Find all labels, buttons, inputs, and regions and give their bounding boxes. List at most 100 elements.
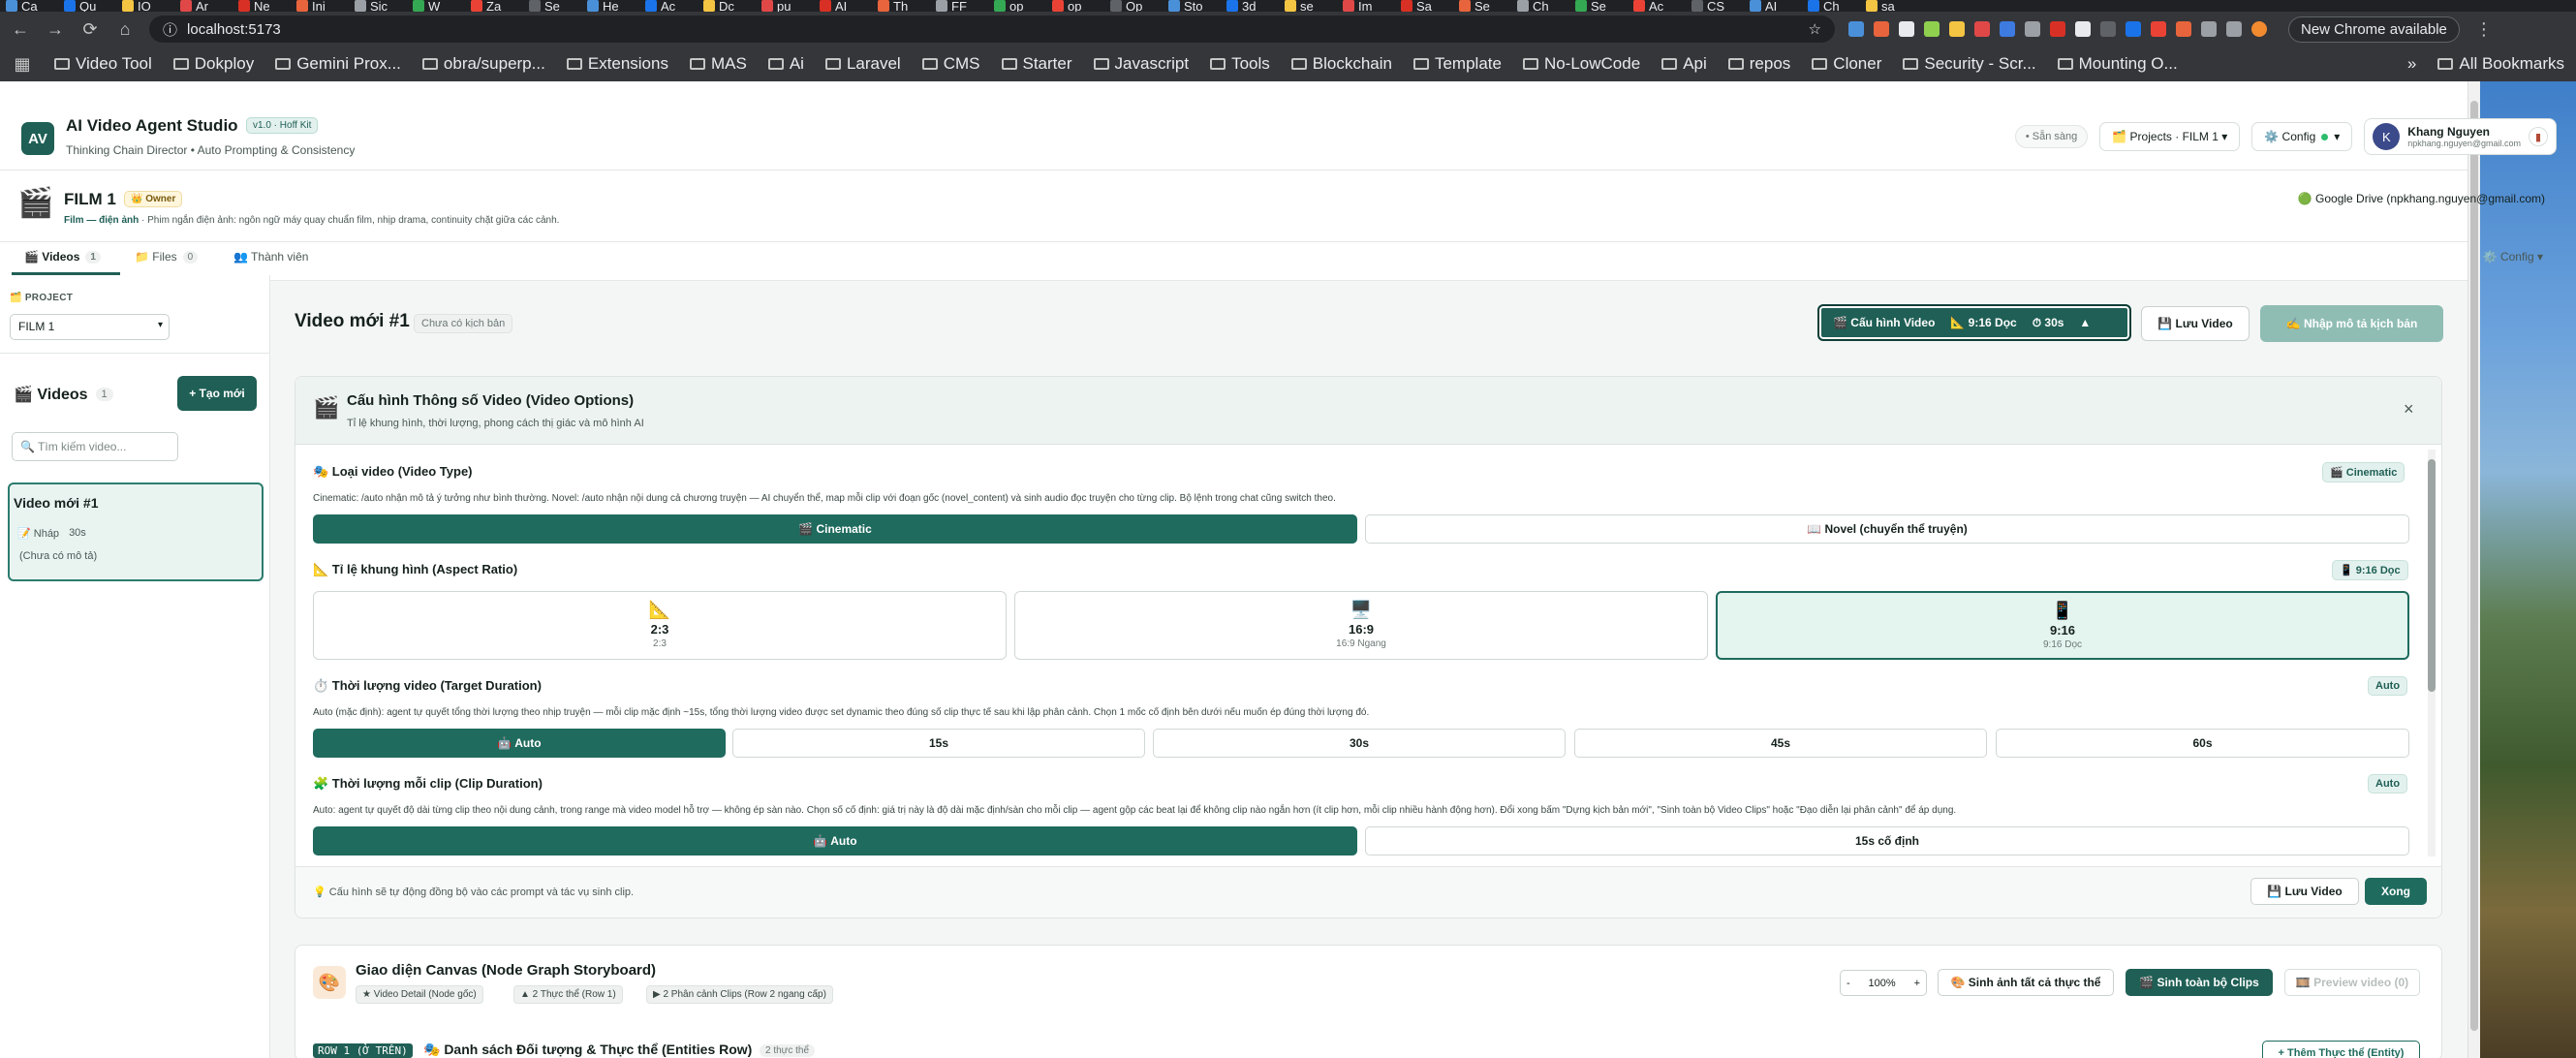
browser-tab[interactable]: CS bbox=[1686, 0, 1744, 12]
bookmark-item[interactable]: MAS bbox=[689, 54, 747, 74]
import-script-button[interactable]: ✍️ Nhập mô tả kịch bản bbox=[2260, 305, 2443, 342]
aspect-option-2-3[interactable]: 📐 2:3 2:3 bbox=[313, 591, 1007, 660]
bookmark-item[interactable]: CMS bbox=[921, 54, 980, 74]
browser-tab[interactable]: Sto bbox=[1163, 0, 1221, 12]
extension-icon[interactable] bbox=[2100, 21, 2116, 37]
browser-tab[interactable]: Se bbox=[523, 0, 581, 12]
apps-grid-icon[interactable]: ▦ bbox=[12, 54, 33, 75]
bookmark-item[interactable]: Cloner bbox=[1812, 54, 1881, 74]
browser-tab[interactable]: pu bbox=[756, 0, 814, 12]
target-duration-45s[interactable]: 45s bbox=[1574, 729, 1987, 758]
browser-tab[interactable]: Ac bbox=[639, 0, 698, 12]
sidepanel-icon[interactable] bbox=[2226, 21, 2242, 37]
browser-tab[interactable]: W bbox=[407, 0, 465, 12]
project-config-dropdown[interactable]: ⚙️ Config ▾ bbox=[2483, 250, 2543, 264]
browser-tab[interactable]: Za bbox=[465, 0, 523, 12]
aspect-option-9-16[interactable]: 📱 9:16 9:16 Dọc bbox=[1716, 591, 2409, 660]
video-config-toggle-button[interactable]: 🎬 Cấu hình Video 📐 9:16 Dọc ⏱ 30s ▲ bbox=[1817, 304, 2131, 341]
video-search-input[interactable]: 🔍 Tìm kiếm video... bbox=[12, 432, 178, 461]
browser-tab[interactable]: Ac bbox=[1628, 0, 1686, 12]
back-arrow-icon[interactable]: ← bbox=[10, 19, 31, 40]
extension-icon[interactable] bbox=[2050, 21, 2065, 37]
add-entity-button[interactable]: + Thêm Thực thể (Entity) bbox=[2262, 1041, 2420, 1058]
browser-tab[interactable]: Se bbox=[1453, 0, 1511, 12]
bookmark-item[interactable]: No-LowCode bbox=[1522, 54, 1640, 74]
forward-arrow-icon[interactable]: → bbox=[45, 19, 66, 40]
extension-icon[interactable] bbox=[1974, 21, 1990, 37]
bookmark-item[interactable]: obra/superp... bbox=[421, 54, 545, 74]
browser-tab[interactable]: IO bbox=[116, 0, 174, 12]
preview-video-button[interactable]: 🎞️ Preview video (0) bbox=[2284, 969, 2420, 996]
bookmark-item[interactable]: Mounting O... bbox=[2057, 54, 2178, 74]
home-icon[interactable]: ⌂ bbox=[114, 19, 136, 40]
bookmark-item[interactable]: Dokploy bbox=[172, 54, 254, 74]
extension-icon[interactable] bbox=[2126, 21, 2141, 37]
zoom-out-button[interactable]: - bbox=[1847, 978, 1850, 989]
options-scrollbar[interactable] bbox=[2428, 450, 2436, 856]
browser-tab[interactable]: Th bbox=[872, 0, 930, 12]
bookmark-item[interactable]: Video Tool bbox=[54, 54, 152, 74]
bookmark-item[interactable]: Blockchain bbox=[1290, 54, 1392, 74]
target-duration-auto[interactable]: 🤖 Auto bbox=[313, 729, 726, 758]
aspect-option-16-9[interactable]: 🖥️ 16:9 16:9 Ngang bbox=[1014, 591, 1708, 660]
create-video-button[interactable]: + Tạo mới bbox=[177, 376, 257, 411]
google-drive-status[interactable]: 🟢 Google Drive (npkhang.nguyen@gmail.com… bbox=[2298, 192, 2545, 205]
profile-avatar-icon[interactable] bbox=[2251, 21, 2267, 37]
bookmark-item[interactable]: Api bbox=[1661, 54, 1707, 74]
extension-icon[interactable] bbox=[1949, 21, 1965, 37]
extension-icon[interactable] bbox=[2000, 21, 2015, 37]
extension-icon[interactable] bbox=[1848, 21, 1864, 37]
projects-dropdown-button[interactable]: 🗂️ Projects · FILM 1 ▾ bbox=[2099, 122, 2241, 151]
browser-tab[interactable]: 3d bbox=[1221, 0, 1279, 12]
tab-videos[interactable]: 🎬 Videos 1 bbox=[24, 250, 101, 264]
browser-tab[interactable]: sa bbox=[1860, 0, 1918, 12]
extension-icon[interactable] bbox=[1924, 21, 1940, 37]
logout-icon[interactable]: ▮ bbox=[2529, 127, 2548, 146]
options-done-button[interactable]: Xong bbox=[2365, 878, 2427, 905]
browser-tab[interactable]: op bbox=[1046, 0, 1104, 12]
browser-tab[interactable]: Im bbox=[1337, 0, 1395, 12]
bookmark-item[interactable]: Template bbox=[1412, 54, 1502, 74]
browser-tab[interactable]: Ch bbox=[1511, 0, 1569, 12]
browser-tab[interactable]: Ne bbox=[233, 0, 291, 12]
extension-icon[interactable] bbox=[2176, 21, 2191, 37]
bookmark-item[interactable]: Laravel bbox=[824, 54, 901, 74]
browser-tab[interactable]: Sa bbox=[1395, 0, 1453, 12]
bookmark-item[interactable]: Ai bbox=[767, 54, 804, 74]
bookmark-item[interactable]: Javascript bbox=[1093, 54, 1189, 74]
video-type-option-cinematic[interactable]: 🎬 Cinematic bbox=[313, 514, 1357, 544]
generate-all-clips-button[interactable]: 🎬 Sinh toàn bộ Clips bbox=[2126, 969, 2273, 996]
all-bookmarks-button[interactable]: All Bookmarks bbox=[2437, 54, 2564, 74]
bookmark-star-icon[interactable]: ☆ bbox=[1809, 20, 1821, 38]
extension-icon[interactable] bbox=[1874, 21, 1889, 37]
bookmark-item[interactable]: Starter bbox=[1001, 54, 1072, 74]
browser-tab[interactable]: Ini bbox=[291, 0, 349, 12]
extension-icon[interactable] bbox=[2151, 21, 2166, 37]
browser-tab[interactable]: Qu bbox=[58, 0, 116, 12]
extension-icon[interactable] bbox=[2075, 21, 2091, 37]
close-icon[interactable]: × bbox=[2404, 399, 2414, 420]
browser-tab[interactable]: se bbox=[1279, 0, 1337, 12]
kebab-menu-icon[interactable]: ⋮ bbox=[2473, 19, 2495, 40]
browser-tab[interactable]: Dc bbox=[698, 0, 756, 12]
puzzle-icon[interactable] bbox=[2201, 21, 2217, 37]
address-bar[interactable]: ⓘ localhost:5173 ☆ bbox=[149, 16, 1835, 43]
config-button[interactable]: ⚙️ Config ▾ bbox=[2251, 122, 2353, 151]
clip-duration-auto[interactable]: 🤖 Auto bbox=[313, 826, 1357, 856]
new-chrome-available-button[interactable]: New Chrome available bbox=[2288, 16, 2460, 43]
page-scrollbar[interactable] bbox=[2467, 81, 2480, 1058]
tab-files[interactable]: 📁 Files 0 bbox=[135, 250, 199, 264]
site-info-icon[interactable]: ⓘ bbox=[163, 19, 177, 40]
bookmark-item[interactable]: Gemini Prox... bbox=[275, 54, 401, 74]
more-bookmarks-icon[interactable]: » bbox=[2407, 54, 2416, 74]
browser-tab[interactable]: AI bbox=[814, 0, 872, 12]
bookmark-item[interactable]: Security - Scr... bbox=[1903, 54, 2036, 74]
browser-tab[interactable]: AI bbox=[1744, 0, 1802, 12]
browser-tab[interactable]: FF bbox=[930, 0, 988, 12]
browser-tab[interactable]: Ch bbox=[1802, 0, 1860, 12]
bookmark-item[interactable]: Tools bbox=[1210, 54, 1270, 74]
options-save-button[interactable]: 💾 Lưu Video bbox=[2250, 878, 2359, 905]
browser-tab[interactable]: Ar bbox=[174, 0, 233, 12]
browser-tab[interactable]: Sic bbox=[349, 0, 407, 12]
browser-tab[interactable]: Op bbox=[1104, 0, 1163, 12]
